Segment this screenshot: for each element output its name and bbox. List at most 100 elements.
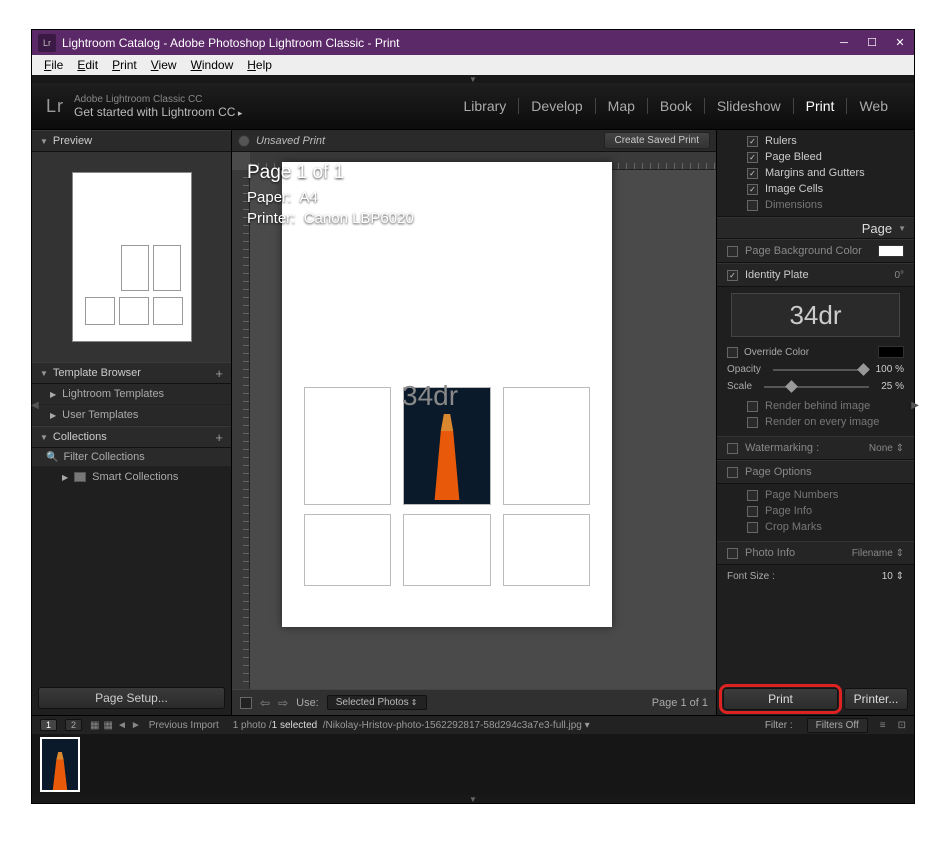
- image-cell[interactable]: [503, 387, 590, 505]
- titlebar: Lr Lightroom Catalog - Adobe Photoshop L…: [32, 30, 914, 55]
- header-title[interactable]: Get started with Lightroom CC: [74, 105, 242, 119]
- render-every-checkbox[interactable]: [747, 417, 758, 428]
- opacity-slider[interactable]: [773, 369, 864, 371]
- use-dropdown[interactable]: Selected Photos: [327, 695, 427, 710]
- page-info-checkbox[interactable]: [747, 506, 758, 517]
- second-window-button[interactable]: 2: [65, 719, 82, 731]
- filmstrip: 1 2 ▦ ▦ ◄ ► Previous Import 1 photo /1 s…: [32, 715, 914, 803]
- filter-lock-icon[interactable]: ≡: [880, 720, 886, 731]
- next-page-button[interactable]: ⇨: [278, 696, 288, 710]
- app-icon: Lr: [38, 34, 56, 52]
- render-behind-checkbox[interactable]: [747, 401, 758, 412]
- module-print[interactable]: Print: [794, 98, 847, 114]
- photo-info-dropdown[interactable]: Filename ⇕: [852, 548, 904, 559]
- module-web[interactable]: Web: [847, 98, 900, 114]
- main-window-button[interactable]: 1: [40, 719, 57, 731]
- filmstrip-thumbnail[interactable]: [40, 737, 80, 792]
- bg-color-checkbox[interactable]: [727, 246, 738, 257]
- print-button[interactable]: Print: [723, 688, 838, 710]
- bottom-collapse-handle[interactable]: ▼: [32, 795, 914, 803]
- bg-color-swatch[interactable]: [878, 245, 904, 257]
- breadcrumb[interactable]: Previous Import 1 photo /1 selected /Nik…: [149, 720, 590, 731]
- menu-print[interactable]: Print: [106, 57, 143, 73]
- scale-slider[interactable]: [764, 386, 869, 388]
- grid-view-icon-2[interactable]: ▦: [103, 720, 112, 731]
- page-bleed-checkbox[interactable]: [747, 152, 758, 163]
- image-cell[interactable]: [403, 514, 490, 586]
- id-angle[interactable]: 0°: [894, 270, 904, 281]
- prev-page-button[interactable]: ⇦: [260, 696, 270, 710]
- user-templates-item[interactable]: ▶User Templates: [32, 405, 231, 426]
- lightroom-templates-item[interactable]: ▶Lightroom Templates: [32, 384, 231, 405]
- page-info-overlay: Page 1 of 1 Paper: A4 Printer: Canon LBP…: [247, 160, 414, 229]
- collections-header[interactable]: ▼Collections+: [32, 426, 231, 448]
- right-panel-collapse-handle[interactable]: ▶: [911, 400, 919, 411]
- nav-back-icon[interactable]: ◄: [117, 720, 127, 731]
- grid-view-icon[interactable]: ▦: [90, 720, 99, 731]
- printer-button[interactable]: Printer...: [844, 688, 908, 710]
- close-button[interactable]: ✕: [886, 30, 914, 55]
- ruler-vertical: [232, 170, 250, 689]
- left-panel: ▼Preview ▼Template Browser+ ▶Lightroom T…: [32, 130, 232, 715]
- page-numbers-checkbox[interactable]: [747, 490, 758, 501]
- filmstrip-toolbar: 1 2 ▦ ▦ ◄ ► Previous Import 1 photo /1 s…: [32, 716, 914, 734]
- filter-collections-input[interactable]: 🔍Filter Collections: [32, 448, 231, 467]
- override-color-swatch[interactable]: [878, 346, 904, 358]
- image-cell[interactable]: [304, 387, 391, 505]
- unsaved-print-label: Unsaved Print: [256, 135, 325, 147]
- module-library[interactable]: Library: [452, 98, 519, 114]
- module-slideshow[interactable]: Slideshow: [705, 98, 793, 114]
- image-cells-checkbox[interactable]: [747, 184, 758, 195]
- create-saved-print-button[interactable]: Create Saved Print: [604, 132, 711, 149]
- search-icon: 🔍: [46, 452, 58, 463]
- select-all-checkbox[interactable]: [240, 697, 252, 709]
- canvas-toolbar: ⇦ ⇨ Use: Selected Photos Page 1 of 1: [232, 689, 716, 715]
- top-collapse-handle[interactable]: ▼: [32, 75, 914, 83]
- page-panel-header[interactable]: Page▼: [717, 217, 914, 239]
- rulers-checkbox[interactable]: [747, 136, 758, 147]
- menu-help[interactable]: Help: [241, 57, 278, 73]
- identity-plate-checkbox[interactable]: [727, 270, 738, 281]
- maximize-button[interactable]: ☐: [858, 30, 886, 55]
- module-book[interactable]: Book: [648, 98, 704, 114]
- identity-plate-preview[interactable]: 34dr: [731, 293, 900, 337]
- module-develop[interactable]: Develop: [519, 98, 594, 114]
- add-collection-icon[interactable]: +: [215, 430, 223, 445]
- watermarking-checkbox[interactable]: [727, 443, 738, 454]
- page-indicator: Page 1 of 1: [652, 697, 708, 709]
- menu-window[interactable]: Window: [185, 57, 240, 73]
- margins-checkbox[interactable]: [747, 168, 758, 179]
- use-label: Use:: [296, 697, 319, 709]
- status-disc-icon: [238, 135, 250, 147]
- page-options-checkbox[interactable]: [727, 467, 738, 478]
- template-browser-header[interactable]: ▼Template Browser+: [32, 362, 231, 384]
- crop-marks-checkbox[interactable]: [747, 522, 758, 533]
- collection-set-icon: [74, 472, 86, 482]
- image-cell[interactable]: [503, 514, 590, 586]
- print-job-bar: Unsaved Print Create Saved Print: [232, 130, 716, 152]
- menu-file[interactable]: File: [38, 57, 69, 73]
- override-color-checkbox[interactable]: [727, 347, 738, 358]
- menu-view[interactable]: View: [145, 57, 183, 73]
- add-template-icon[interactable]: +: [215, 366, 223, 381]
- preview-page: [72, 172, 192, 342]
- image-cell[interactable]: [304, 514, 391, 586]
- smart-collections-item[interactable]: ▶Smart Collections: [32, 467, 231, 487]
- watermark-dropdown[interactable]: None ⇕: [869, 443, 904, 454]
- font-size-stepper[interactable]: 10 ⇕: [882, 571, 904, 582]
- page-setup-button[interactable]: Page Setup...: [38, 687, 225, 709]
- left-panel-collapse-handle[interactable]: ◀: [31, 400, 39, 411]
- filter-dropdown[interactable]: Filters Off: [807, 718, 868, 733]
- filter-switch-icon[interactable]: ⊡: [898, 720, 906, 731]
- menu-edit[interactable]: Edit: [71, 57, 104, 73]
- nav-fwd-icon[interactable]: ►: [131, 720, 141, 731]
- app-window: Lr Lightroom Catalog - Adobe Photoshop L…: [31, 29, 915, 804]
- preview-panel-header[interactable]: ▼Preview: [32, 130, 231, 152]
- print-canvas[interactable]: Page 1 of 1 Paper: A4 Printer: Canon LBP…: [232, 152, 716, 689]
- minimize-button[interactable]: ─: [830, 30, 858, 55]
- identity-plate-overlay[interactable]: 34dr: [402, 380, 458, 412]
- module-map[interactable]: Map: [596, 98, 647, 114]
- photo-info-checkbox[interactable]: [727, 548, 738, 559]
- dimensions-checkbox[interactable]: [747, 200, 758, 211]
- right-panel: Rulers Page Bleed Margins and Gutters Im…: [716, 130, 914, 715]
